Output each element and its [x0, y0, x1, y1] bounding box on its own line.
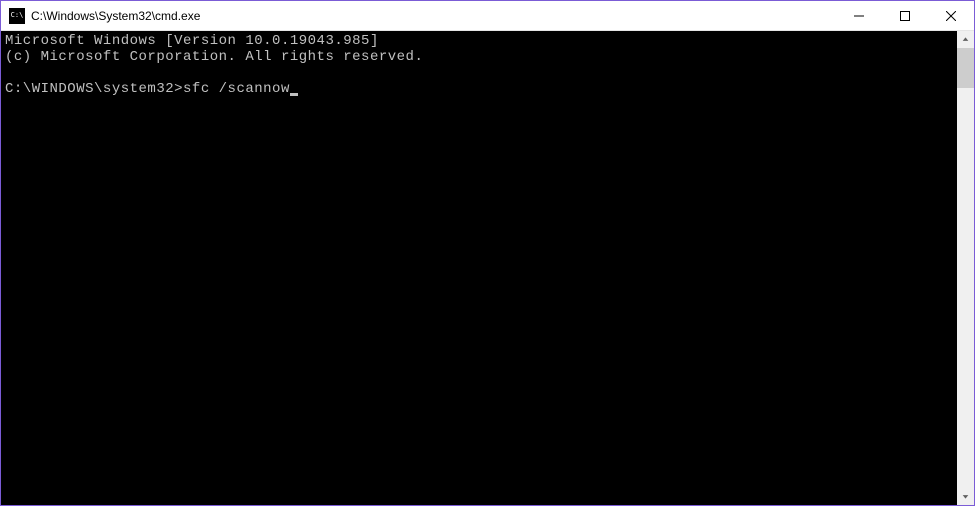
- scroll-track[interactable]: [957, 48, 974, 488]
- prompt: C:\WINDOWS\system32>: [5, 81, 183, 97]
- chevron-up-icon: [962, 36, 969, 43]
- scroll-up-button[interactable]: [957, 31, 974, 48]
- maximize-button[interactable]: [882, 1, 928, 30]
- maximize-icon: [900, 11, 910, 21]
- command-input: sfc /scannow: [183, 81, 290, 97]
- cmd-icon-label: C:\: [11, 12, 24, 19]
- minimize-button[interactable]: [836, 1, 882, 30]
- chevron-down-icon: [962, 493, 969, 500]
- close-icon: [946, 11, 956, 21]
- scrollbar[interactable]: [957, 31, 974, 505]
- window-title: C:\Windows\System32\cmd.exe: [31, 9, 836, 23]
- minimize-icon: [854, 11, 864, 21]
- window-controls: [836, 1, 974, 30]
- cursor: [290, 93, 298, 96]
- scroll-down-button[interactable]: [957, 488, 974, 505]
- titlebar: C:\ C:\Windows\System32\cmd.exe: [1, 1, 974, 31]
- cmd-icon: C:\: [9, 8, 25, 24]
- terminal-line-1: Microsoft Windows [Version 10.0.19043.98…: [5, 33, 379, 49]
- close-button[interactable]: [928, 1, 974, 30]
- terminal-line-2: (c) Microsoft Corporation. All rights re…: [5, 49, 423, 65]
- scroll-thumb[interactable]: [957, 48, 974, 88]
- terminal-container: Microsoft Windows [Version 10.0.19043.98…: [1, 31, 974, 505]
- terminal[interactable]: Microsoft Windows [Version 10.0.19043.98…: [1, 31, 957, 505]
